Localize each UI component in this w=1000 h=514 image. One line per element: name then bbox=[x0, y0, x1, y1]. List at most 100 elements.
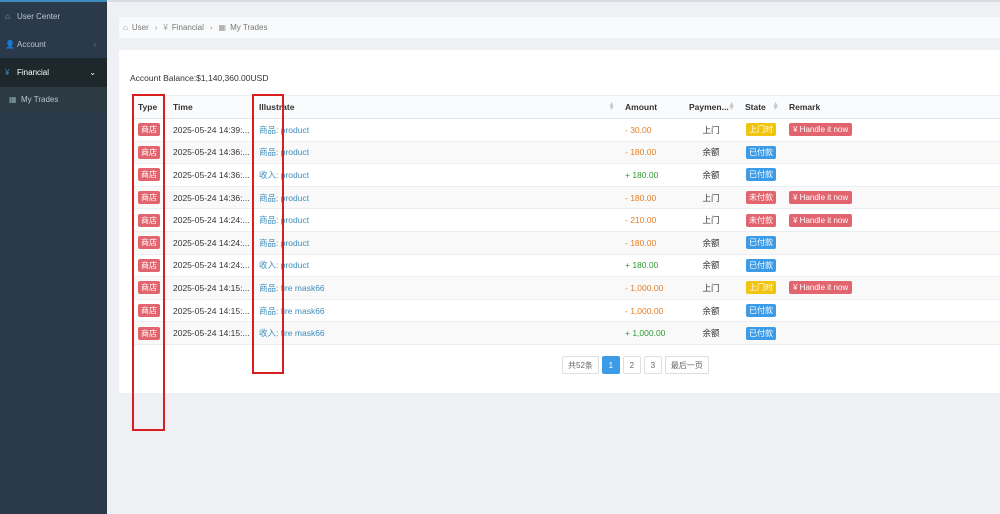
cell-remark bbox=[783, 299, 1000, 323]
cell-amount: - 180.00 bbox=[619, 186, 683, 210]
cell-time: 2025-05-24 14:39:... bbox=[167, 118, 253, 142]
illustrate-link[interactable]: 商品: product bbox=[259, 125, 309, 135]
state-badge: 已付款 bbox=[746, 326, 776, 340]
illustrate-link[interactable]: 收入: product bbox=[259, 260, 309, 270]
table-row: 商店 2025-05-24 14:36:... 收入: product + 180.0… bbox=[132, 163, 1000, 187]
cell-time: 2025-05-24 14:24:... bbox=[167, 208, 253, 232]
illustrate-link[interactable]: 商品: product bbox=[259, 193, 309, 203]
user-icon: 👤 bbox=[5, 39, 15, 49]
illustrate-link[interactable]: 商品: product bbox=[259, 147, 309, 157]
column-header-time[interactable]: Time bbox=[167, 95, 253, 119]
sidebar-item-my-trades[interactable]: ▦ My Trades bbox=[0, 86, 107, 111]
sidebar-item-label: User Center bbox=[17, 11, 61, 21]
trades-table: Type Time Illustrate ▲ ▼ Amount Paymen... ▲… bbox=[132, 95, 1000, 345]
cell-illustrate: 商品: product bbox=[253, 231, 619, 255]
illustrate-link[interactable]: 收入: fire mask66 bbox=[259, 328, 325, 338]
calendar-icon: ▦ bbox=[9, 94, 17, 104]
cell-state: 上门时 bbox=[739, 276, 783, 300]
sidebar-item-label: My Trades bbox=[21, 94, 59, 104]
sort-icon[interactable]: ▲ ▼ bbox=[772, 101, 779, 112]
cell-payment: 上门 bbox=[683, 276, 739, 300]
cell-time: 2025-05-24 14:36:... bbox=[167, 163, 253, 187]
sidebar: ⌂ User Center 👤 Account ‹ ¥ Financial ⌄ … bbox=[0, 0, 107, 514]
type-badge: 商店 bbox=[138, 213, 160, 227]
breadcrumb-item-user[interactable]: ⌂ User bbox=[123, 23, 149, 32]
cell-payment: 上门 bbox=[683, 208, 739, 232]
cell-state: 上门时 bbox=[739, 118, 783, 142]
column-header-amount[interactable]: Amount bbox=[619, 95, 683, 119]
amount-value: - 1,000.00 bbox=[625, 282, 664, 293]
page-button-3[interactable]: 3 bbox=[643, 356, 662, 374]
header-label: Type bbox=[138, 102, 158, 112]
chevron-left-icon: ‹ bbox=[93, 39, 96, 49]
home-icon: ⌂ bbox=[5, 11, 10, 21]
column-header-payment[interactable]: Paymen... ▲ ▼ bbox=[683, 95, 739, 119]
cell-time: 2025-05-24 14:15:... bbox=[167, 321, 253, 345]
last-page-button[interactable]: 最后一页 bbox=[664, 356, 709, 374]
cell-type: 商店 bbox=[132, 163, 167, 187]
account-balance: Account Balance:$1,140,360.00USD bbox=[130, 73, 269, 83]
handle-it-now-button[interactable]: ¥ Handle it now bbox=[789, 213, 853, 227]
type-badge: 商店 bbox=[138, 236, 160, 250]
column-header-state[interactable]: State ▲ ▼ bbox=[739, 95, 783, 119]
cell-amount: + 1,000.00 bbox=[619, 321, 683, 345]
cell-payment: 余额 bbox=[683, 141, 739, 165]
page-button-2[interactable]: 2 bbox=[622, 356, 641, 374]
state-badge: 已付款 bbox=[746, 304, 776, 318]
handle-it-now-button[interactable]: ¥ Handle it now bbox=[789, 191, 853, 205]
cell-amount: - 1,000.00 bbox=[619, 276, 683, 300]
breadcrumb-label: Financial bbox=[171, 23, 204, 32]
cell-remark bbox=[783, 163, 1000, 187]
cell-state: 未付款 bbox=[739, 208, 783, 232]
sort-icon[interactable]: ▲ ▼ bbox=[608, 101, 615, 112]
amount-value: - 210.00 bbox=[625, 215, 657, 226]
amount-value: - 30.00 bbox=[625, 124, 652, 135]
state-badge: 已付款 bbox=[746, 145, 776, 159]
calendar-icon: ▦ bbox=[218, 23, 227, 32]
table-header-row: Type Time Illustrate ▲ ▼ Amount Paymen... ▲… bbox=[132, 95, 1000, 119]
sidebar-item-user-center[interactable]: ⌂ User Center bbox=[0, 2, 107, 30]
illustrate-link[interactable]: 商品: product bbox=[259, 215, 309, 225]
type-badge: 商店 bbox=[138, 168, 160, 182]
table-row: 商店 2025-05-24 14:24:... 商品: product - 180.0… bbox=[132, 231, 1000, 255]
cell-payment: 上门 bbox=[683, 186, 739, 210]
type-badge: 商店 bbox=[138, 145, 160, 159]
cell-illustrate: 收入: product bbox=[253, 254, 619, 278]
sidebar-item-financial[interactable]: ¥ Financial ⌄ bbox=[0, 58, 107, 86]
sort-icon[interactable]: ▲ ▼ bbox=[728, 101, 735, 112]
illustrate-link[interactable]: 收入: product bbox=[259, 170, 309, 180]
cell-remark: ¥ Handle it now bbox=[783, 276, 1000, 300]
state-badge: 已付款 bbox=[746, 258, 776, 272]
breadcrumb-item-financial[interactable]: ¥ Financial bbox=[163, 23, 203, 32]
column-header-illustrate[interactable]: Illustrate ▲ ▼ bbox=[253, 95, 619, 119]
cell-amount: - 180.00 bbox=[619, 141, 683, 165]
cell-type: 商店 bbox=[132, 299, 167, 323]
pagination-total: 共52条 bbox=[562, 356, 599, 374]
illustrate-link[interactable]: 商品: fire mask66 bbox=[259, 306, 325, 316]
table-row: 商店 2025-05-24 14:15:... 商品: fire mask66 - 1… bbox=[132, 276, 1000, 300]
page-button-1[interactable]: 1 bbox=[601, 356, 620, 374]
cell-time: 2025-05-24 14:15:... bbox=[167, 276, 253, 300]
amount-value: + 1,000.00 bbox=[625, 328, 666, 339]
header-label: Paymen... bbox=[689, 102, 729, 112]
handle-it-now-button[interactable]: ¥ Handle it now bbox=[789, 123, 853, 137]
column-header-remark[interactable]: Remark bbox=[783, 95, 1000, 119]
illustrate-link[interactable]: 商品: fire mask66 bbox=[259, 283, 325, 293]
handle-it-now-button[interactable]: ¥ Handle it now bbox=[789, 281, 853, 295]
cell-state: 已付款 bbox=[739, 321, 783, 345]
breadcrumb-item-my-trades[interactable]: ▦ My Trades bbox=[219, 23, 268, 32]
cell-remark: ¥ Handle it now bbox=[783, 208, 1000, 232]
cell-type: 商店 bbox=[132, 321, 167, 345]
cell-type: 商店 bbox=[132, 254, 167, 278]
breadcrumb-label: User bbox=[131, 23, 149, 32]
sidebar-item-account[interactable]: 👤 Account ‹ bbox=[0, 30, 107, 58]
breadcrumb-label: My Trades bbox=[230, 23, 268, 32]
column-header-type[interactable]: Type bbox=[132, 95, 167, 119]
cell-amount: + 180.00 bbox=[619, 163, 683, 187]
cell-illustrate: 商品: product bbox=[253, 208, 619, 232]
illustrate-link[interactable]: 商品: product bbox=[259, 238, 309, 248]
type-badge: 商店 bbox=[138, 191, 160, 205]
amount-value: + 180.00 bbox=[625, 260, 659, 271]
cell-illustrate: 商品: fire mask66 bbox=[253, 276, 619, 300]
cell-time: 2025-05-24 14:24:... bbox=[167, 231, 253, 255]
